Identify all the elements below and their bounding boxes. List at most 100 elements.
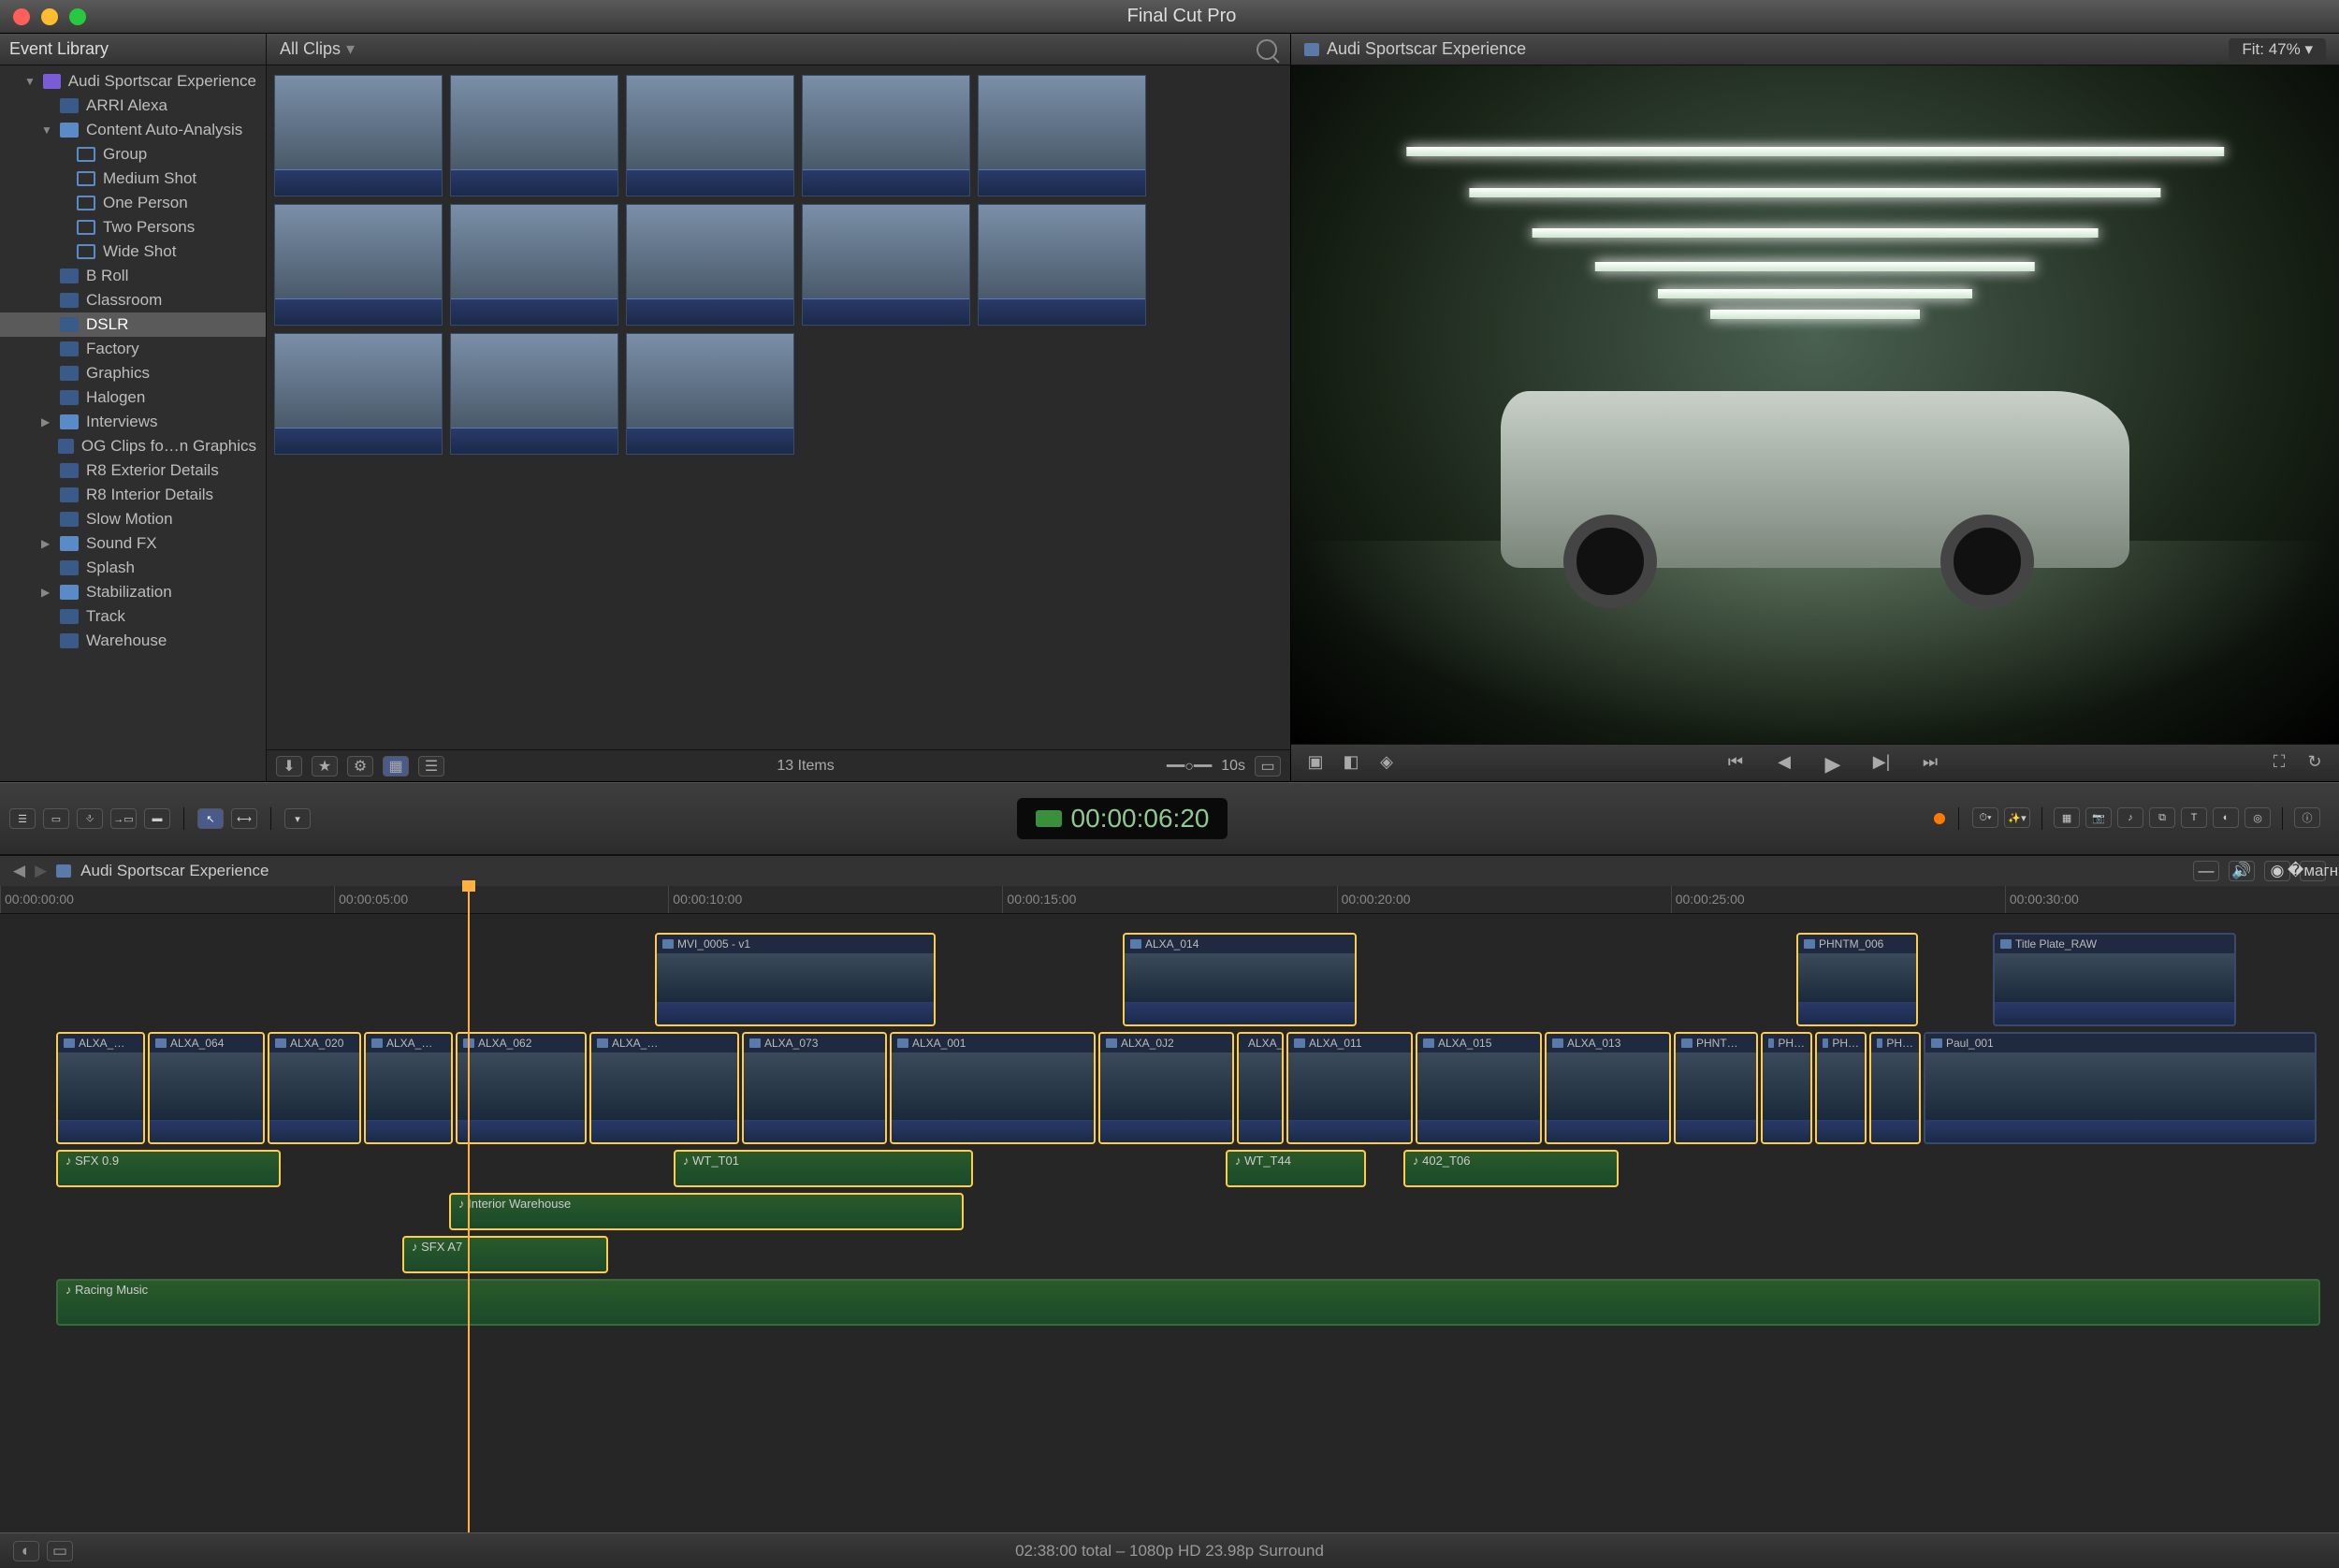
library-item[interactable]: Classroom — [0, 288, 266, 312]
clip-thumbnail[interactable] — [450, 333, 618, 455]
close-icon[interactable] — [13, 8, 30, 25]
list-view-button[interactable]: ☰ — [418, 756, 444, 777]
retiming-button[interactable]: ⏱▾ — [1972, 807, 1998, 828]
video-clip[interactable]: PHNT… — [1674, 1032, 1758, 1144]
library-item[interactable]: ▶Sound FX — [0, 531, 266, 556]
audio-skim-toggle-icon[interactable]: 🔊 — [2229, 861, 2255, 881]
overwrite-clip-button[interactable]: ▬ — [144, 808, 170, 829]
inspector-button[interactable]: ⓘ — [2294, 807, 2320, 828]
history-fwd-icon[interactable]: ▶ — [35, 862, 47, 880]
bg-task-indicator-icon[interactable] — [1934, 813, 1945, 824]
clip-thumbnail[interactable] — [450, 75, 618, 196]
audio-clip[interactable]: ♪ SFX A7 — [402, 1236, 608, 1273]
video-clip[interactable]: ALXA_015 — [1416, 1032, 1542, 1144]
tools-dropdown[interactable]: ▾ — [284, 808, 311, 829]
skimming-toggle-icon[interactable]: — — [2193, 861, 2219, 881]
video-clip[interactable]: Paul_001 — [1924, 1032, 2317, 1144]
minimize-icon[interactable] — [41, 8, 58, 25]
transform-button[interactable]: ▣ — [1304, 752, 1327, 775]
video-clip[interactable]: Title Plate_RAW — [1993, 933, 2236, 1026]
dashboard-button[interactable]: ◐ — [13, 1541, 39, 1561]
audio-clip[interactable]: ♪ WT_T44 — [1226, 1150, 1366, 1187]
crop-button[interactable]: ◧ — [1340, 752, 1362, 775]
enhance-button[interactable]: ✨▾ — [2004, 807, 2030, 828]
clip-filter-dropdown[interactable]: All Clips — [280, 39, 341, 59]
clip-thumbnail[interactable] — [274, 204, 443, 326]
audio-clip[interactable]: ♪ 402_T06 — [1403, 1150, 1619, 1187]
library-item[interactable]: One Person — [0, 191, 266, 215]
clip-thumbnail[interactable] — [802, 204, 970, 326]
library-item[interactable]: Splash — [0, 556, 266, 580]
video-clip[interactable]: MVI_0005 - v1 — [655, 933, 936, 1026]
video-clip[interactable]: ALXA_073 — [742, 1032, 887, 1144]
loop-icon[interactable]: ↻ — [2303, 752, 2326, 775]
library-item[interactable]: Wide Shot — [0, 240, 266, 264]
video-clip[interactable]: PH… — [1761, 1032, 1812, 1144]
timeline-ruler[interactable]: 00:00:00:0000:00:05:0000:00:10:0000:00:1… — [0, 886, 2339, 914]
video-clip[interactable]: ALXA_0J2 — [1098, 1032, 1234, 1144]
music-browser-icon[interactable]: ♪ — [2117, 807, 2143, 828]
video-clip[interactable]: ALXA_… — [364, 1032, 453, 1144]
library-item[interactable]: R8 Exterior Details — [0, 458, 266, 483]
library-item[interactable]: Warehouse — [0, 629, 266, 653]
solo-toggle-icon[interactable]: ◉ — [2264, 861, 2290, 881]
library-item[interactable]: ▶Stabilization — [0, 580, 266, 604]
video-clip[interactable]: PHNTM_006 — [1796, 933, 1918, 1026]
library-item[interactable]: Medium Shot — [0, 167, 266, 191]
library-item[interactable]: ▼Audi Sportscar Experience — [0, 69, 266, 94]
video-clip[interactable]: ALXA_020 — [268, 1032, 361, 1144]
event-library-tree[interactable]: ▼Audi Sportscar ExperienceARRI Alexa▼Con… — [0, 65, 266, 781]
go-end-icon[interactable]: ⏭ — [1919, 752, 1941, 775]
audio-track-1[interactable]: ♪ SFX 0.9♪ WT_T01♪ WT_T44♪ 402_T06 — [0, 1150, 2339, 1187]
library-item[interactable]: Group — [0, 142, 266, 167]
fit-dropdown[interactable]: Fit: 47% ▾ — [2229, 38, 2326, 61]
clip-thumbnail[interactable] — [626, 204, 794, 326]
primary-storyline[interactable]: ALXA_…ALXA_064ALXA_020ALXA_…ALXA_062ALXA… — [0, 1032, 2339, 1144]
clip-grid[interactable] — [267, 65, 1290, 749]
clip-thumbnail[interactable] — [978, 204, 1146, 326]
select-tool-icon[interactable]: ↖ — [197, 808, 224, 829]
video-clip[interactable]: PH… — [1815, 1032, 1867, 1144]
play-icon[interactable]: ▶ — [1822, 752, 1844, 775]
titles-browser-icon[interactable]: T — [2181, 807, 2207, 828]
clip-thumbnail[interactable] — [626, 333, 794, 455]
search-icon[interactable] — [1257, 39, 1277, 60]
video-clip[interactable]: ALXA_011 — [1286, 1032, 1413, 1144]
library-item[interactable]: ARRI Alexa — [0, 94, 266, 118]
timecode-display[interactable]: 00:00:06:20 — [1017, 798, 1228, 839]
connected-video-track[interactable]: MVI_0005 - v1 ALXA_014 PHNTM_006 Title Plat… — [0, 933, 2339, 1026]
clip-thumbnail[interactable] — [274, 333, 443, 455]
generators-browser-icon[interactable]: ◐ — [2213, 807, 2239, 828]
library-item[interactable]: R8 Interior Details — [0, 483, 266, 507]
photos-browser-icon[interactable]: 📷 — [2085, 807, 2112, 828]
import-button[interactable]: ⬇ — [276, 756, 302, 777]
append-clip-button[interactable]: →▭ — [110, 808, 137, 829]
video-clip[interactable]: ALXA_064 — [148, 1032, 265, 1144]
favorite-button[interactable]: ★ — [312, 756, 338, 777]
library-item[interactable]: Halogen — [0, 385, 266, 410]
filmstrip-view-button[interactable]: ▦ — [383, 756, 409, 777]
snap-toggle-icon[interactable]: �магн — [2300, 861, 2326, 881]
video-clip[interactable]: ALXA_013 — [1545, 1032, 1671, 1144]
timeline-tracks[interactable]: MVI_0005 - v1 ALXA_014 PHNTM_006 Title Plat… — [0, 914, 2339, 1532]
library-item[interactable]: Two Persons — [0, 215, 266, 240]
library-item[interactable]: Slow Motion — [0, 507, 266, 531]
music-track[interactable]: ♪ Racing Music — [0, 1279, 2339, 1326]
library-item[interactable]: ▶Interviews — [0, 410, 266, 434]
library-item[interactable]: B Roll — [0, 264, 266, 288]
index-button[interactable]: ☰ — [9, 808, 36, 829]
audio-track-2[interactable]: ♪ Interior Warehouse — [0, 1193, 2339, 1230]
transitions-browser-icon[interactable]: ⧉ — [2149, 807, 2175, 828]
audio-track-3[interactable]: ♪ SFX A7 — [0, 1236, 2339, 1273]
clip-thumbnail[interactable] — [802, 75, 970, 196]
library-item[interactable]: Factory — [0, 337, 266, 361]
insert-clip-button[interactable]: ⎀ — [77, 808, 103, 829]
library-item[interactable]: DSLR — [0, 312, 266, 337]
video-clip[interactable]: ALXA_014 — [1123, 933, 1357, 1026]
library-item[interactable]: Graphics — [0, 361, 266, 385]
prev-frame-icon[interactable]: ◀ — [1773, 752, 1795, 775]
zoom-icon[interactable] — [69, 8, 86, 25]
gear-icon[interactable]: ⚙ — [347, 756, 373, 777]
clip-thumbnail[interactable] — [978, 75, 1146, 196]
audio-clip[interactable]: ♪ WT_T01 — [674, 1150, 973, 1187]
